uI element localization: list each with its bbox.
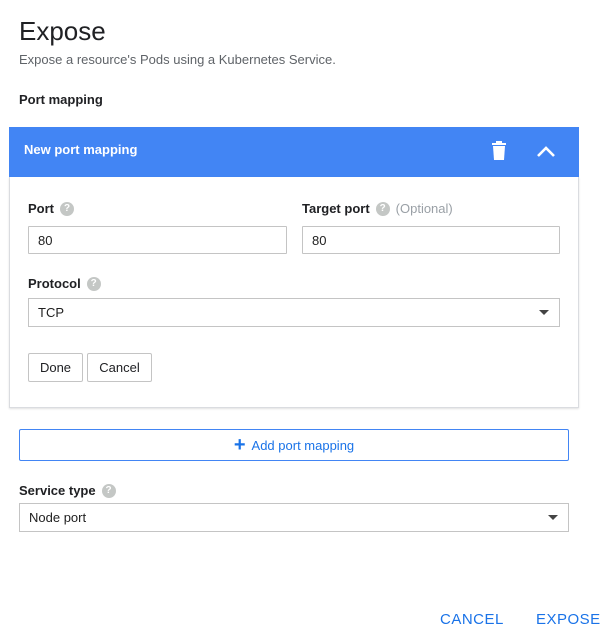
service-type-label-text: Service type (19, 483, 96, 498)
target-port-label-text: Target port (302, 201, 370, 216)
service-type-selected-value: Node port (29, 510, 87, 525)
page-subtitle: Expose a resource's Pods using a Kuberne… (19, 52, 336, 67)
protocol-label-text: Protocol (28, 276, 81, 291)
port-label: Port ? (28, 201, 74, 216)
cancel-dialog-button[interactable]: CANCEL (440, 611, 504, 628)
optional-hint: (Optional) (395, 201, 453, 216)
add-port-mapping-button[interactable]: + Add port mapping (19, 429, 569, 461)
target-port-input[interactable] (302, 226, 560, 254)
service-type-label: Service type ? (19, 483, 116, 498)
port-input[interactable] (28, 226, 287, 254)
port-label-text: Port (28, 201, 54, 216)
service-type-select[interactable]: Node port (19, 503, 569, 532)
expose-button[interactable]: EXPOSE (536, 611, 601, 628)
port-mapping-panel-body: Port ? Target port ? (Optional) Protocol… (9, 177, 579, 408)
plus-icon: + (233, 434, 246, 456)
help-icon[interactable]: ? (86, 276, 101, 291)
trash-icon[interactable] (490, 141, 508, 161)
chevron-up-icon[interactable] (534, 141, 558, 163)
port-mapping-panel-header: New port mapping (9, 127, 579, 177)
add-port-mapping-label: Add port mapping (251, 437, 355, 453)
help-icon[interactable]: ? (101, 483, 116, 498)
protocol-selected-value: TCP (38, 305, 64, 320)
page-title: Expose (19, 16, 106, 46)
cancel-button[interactable]: Cancel (87, 353, 152, 382)
protocol-label: Protocol ? (28, 276, 101, 291)
help-icon[interactable]: ? (60, 201, 74, 216)
dropdown-arrow-icon (548, 515, 558, 520)
panel-title: New port mapping (24, 142, 138, 157)
target-port-label: Target port ? (Optional) (302, 201, 453, 216)
protocol-select[interactable]: TCP (28, 298, 560, 327)
done-button[interactable]: Done (28, 353, 83, 382)
help-icon[interactable]: ? (375, 201, 390, 216)
dropdown-arrow-icon (539, 310, 549, 315)
port-mapping-section-label: Port mapping (19, 92, 103, 107)
